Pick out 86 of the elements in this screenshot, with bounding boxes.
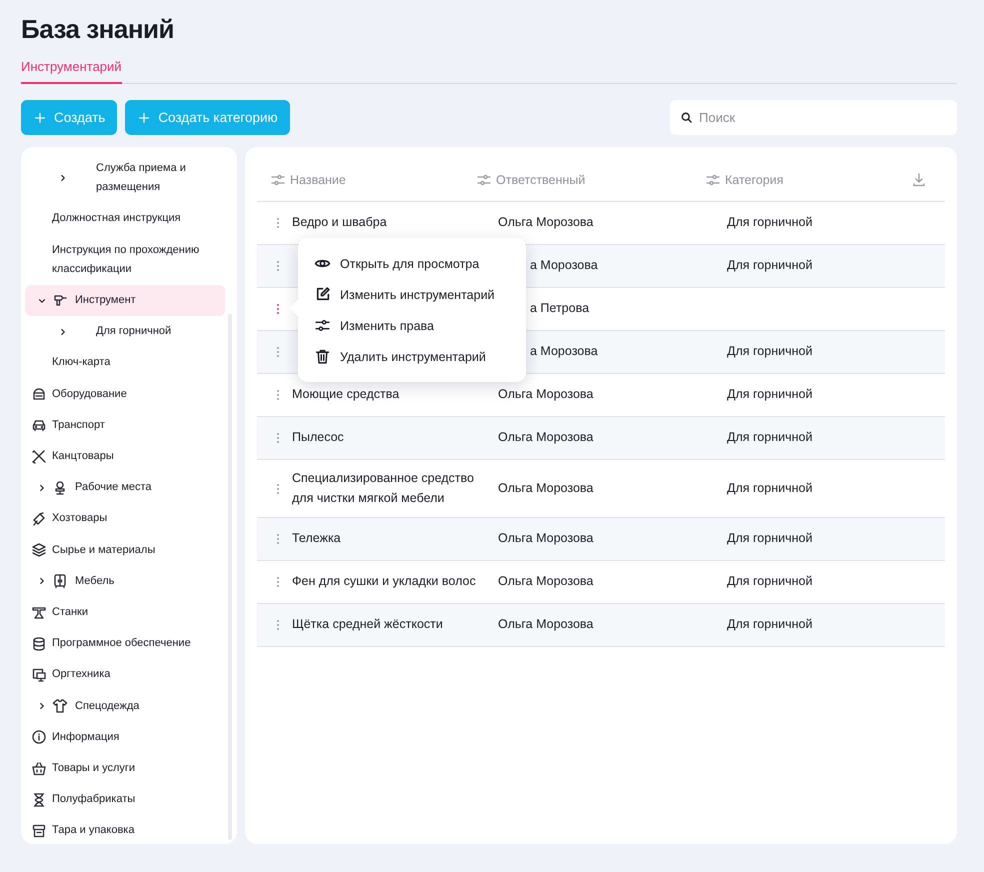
more-icon[interactable]: [276, 620, 280, 630]
sidebar-item[interactable]: Для горничной: [25, 316, 225, 348]
info-icon: [31, 729, 47, 746]
table-cell-text: Для горничной: [727, 257, 814, 274]
table-cell-text: а Морозова: [529, 257, 599, 274]
plus-icon: [33, 110, 47, 124]
menu-item[interactable]: Изменить права: [314, 310, 526, 341]
page-title: База знаний: [21, 14, 175, 45]
more-icon[interactable]: [276, 261, 280, 271]
table-cell-text: Ольга Морозова: [498, 386, 594, 404]
table-cell-text: а Петрова: [529, 300, 590, 318]
search-field[interactable]: Поиск: [670, 100, 957, 135]
sidebar-item[interactable]: Рабочие места: [25, 472, 225, 504]
table-cell-text: Фен для сушки и укладки волос: [292, 573, 477, 590]
sidebar-item[interactable]: Ключ-карта: [25, 347, 225, 379]
filter-icon: [270, 172, 286, 188]
computer-icon: [31, 667, 47, 684]
search-icon: [680, 111, 693, 124]
filter-icon: [705, 172, 721, 188]
sidebar-item[interactable]: Транспорт: [25, 410, 225, 442]
plus-icon: [137, 110, 152, 124]
table-cell-text: Моющие средства: [292, 386, 400, 404]
sidebar-item[interactable]: Спецодежда: [25, 690, 225, 722]
table-cell-text: Для горничной: [727, 480, 814, 497]
table-cell-text: Ольга Морозова: [498, 429, 594, 446]
helmet-icon: [31, 386, 47, 402]
menu-item[interactable]: Открыть для просмотра: [314, 248, 526, 279]
sidebar-item[interactable]: Товары и услуги: [25, 753, 225, 784]
sidebar-item[interactable]: Программное обеспечение: [25, 628, 225, 660]
more-icon[interactable]: [276, 390, 280, 400]
basket-icon: [31, 760, 47, 777]
scissors-icon: [31, 448, 47, 465]
more-icon[interactable]: [276, 534, 280, 544]
database-icon: [31, 636, 47, 652]
table-cell-text: Специализированное средство для чистки мягкой мебели: [292, 470, 475, 506]
edit-icon: [314, 286, 331, 303]
sidebar-item[interactable]: Полуфабрикаты: [25, 784, 225, 816]
sidebar-item[interactable]: Хозтовары: [25, 503, 225, 535]
sidebar-item[interactable]: Канцтовары: [25, 441, 225, 472]
table-cell-text: Ольга Морозова: [498, 616, 594, 634]
sidebar-item[interactable]: Должностная инструкция: [25, 203, 225, 235]
more-icon[interactable]: [276, 347, 280, 357]
tab[interactable]: Инструментарий: [21, 59, 122, 84]
table-cell-text: Пылесос: [292, 429, 345, 446]
sidebar-item[interactable]: Мебель: [25, 566, 225, 598]
sidebar-item[interactable]: Оборудование: [25, 378, 225, 410]
table-cell-text: а Морозова: [529, 343, 599, 360]
trash-icon: [314, 348, 331, 365]
shirt-icon: [52, 698, 68, 714]
more-icon[interactable]: [276, 218, 280, 228]
sidebar-item[interactable]: Тара и упаковка: [25, 815, 225, 844]
table-cell-text: Для горничной: [727, 429, 814, 446]
layers-icon: [31, 542, 47, 558]
table-cell-text: Для горничной: [727, 386, 814, 404]
sidebar-item[interactable]: Инструкция по прохождению классификации: [25, 234, 225, 286]
table-cell-text: Для горничной: [727, 573, 814, 590]
table-cell-text: Для горничной: [727, 343, 814, 360]
table-cell-text: Ольга Морозова: [498, 480, 594, 497]
table-cell-text: Для горничной: [727, 530, 814, 548]
sidebar-item[interactable]: Станки: [25, 597, 225, 628]
table-cell-text: Для горничной: [727, 214, 814, 232]
menu-item[interactable]: Удалить инструментарий: [314, 341, 526, 372]
more-icon[interactable]: [276, 577, 280, 587]
box-icon: [31, 823, 47, 840]
table-cell-text: Ведро и швабра: [292, 214, 388, 232]
sidebar-item[interactable]: Сырье и материалы: [25, 534, 225, 566]
more-icon[interactable]: [276, 484, 280, 494]
download-icon[interactable]: [911, 172, 927, 188]
cabinet-icon: [52, 573, 68, 590]
table-cell-text: Тележка: [292, 530, 342, 548]
table-cell-text: Ольга Морозова: [498, 530, 594, 548]
broom-icon: [31, 511, 47, 528]
table-cell-text: Ольга Морозова: [498, 214, 594, 232]
sidebar-item[interactable]: Инструмент: [25, 285, 225, 316]
sliders-icon: [314, 317, 331, 334]
filter-icon: [476, 172, 492, 188]
more-icon[interactable]: [276, 304, 280, 314]
sidebar-item[interactable]: Оргтехника: [25, 659, 225, 691]
more-icon[interactable]: [276, 433, 280, 443]
table-cell-text: Щётка средней жёсткости: [292, 616, 444, 634]
sidebar-item[interactable]: Служба приема и размещения: [25, 153, 225, 204]
menu-item[interactable]: Изменить инструментарий: [314, 279, 526, 310]
table-cell-text: Для горничной: [727, 616, 814, 634]
table-cell-text: Ольга Морозова: [498, 573, 594, 590]
sidebar-item[interactable]: Информация: [25, 722, 225, 754]
hourglass-icon: [31, 792, 47, 808]
